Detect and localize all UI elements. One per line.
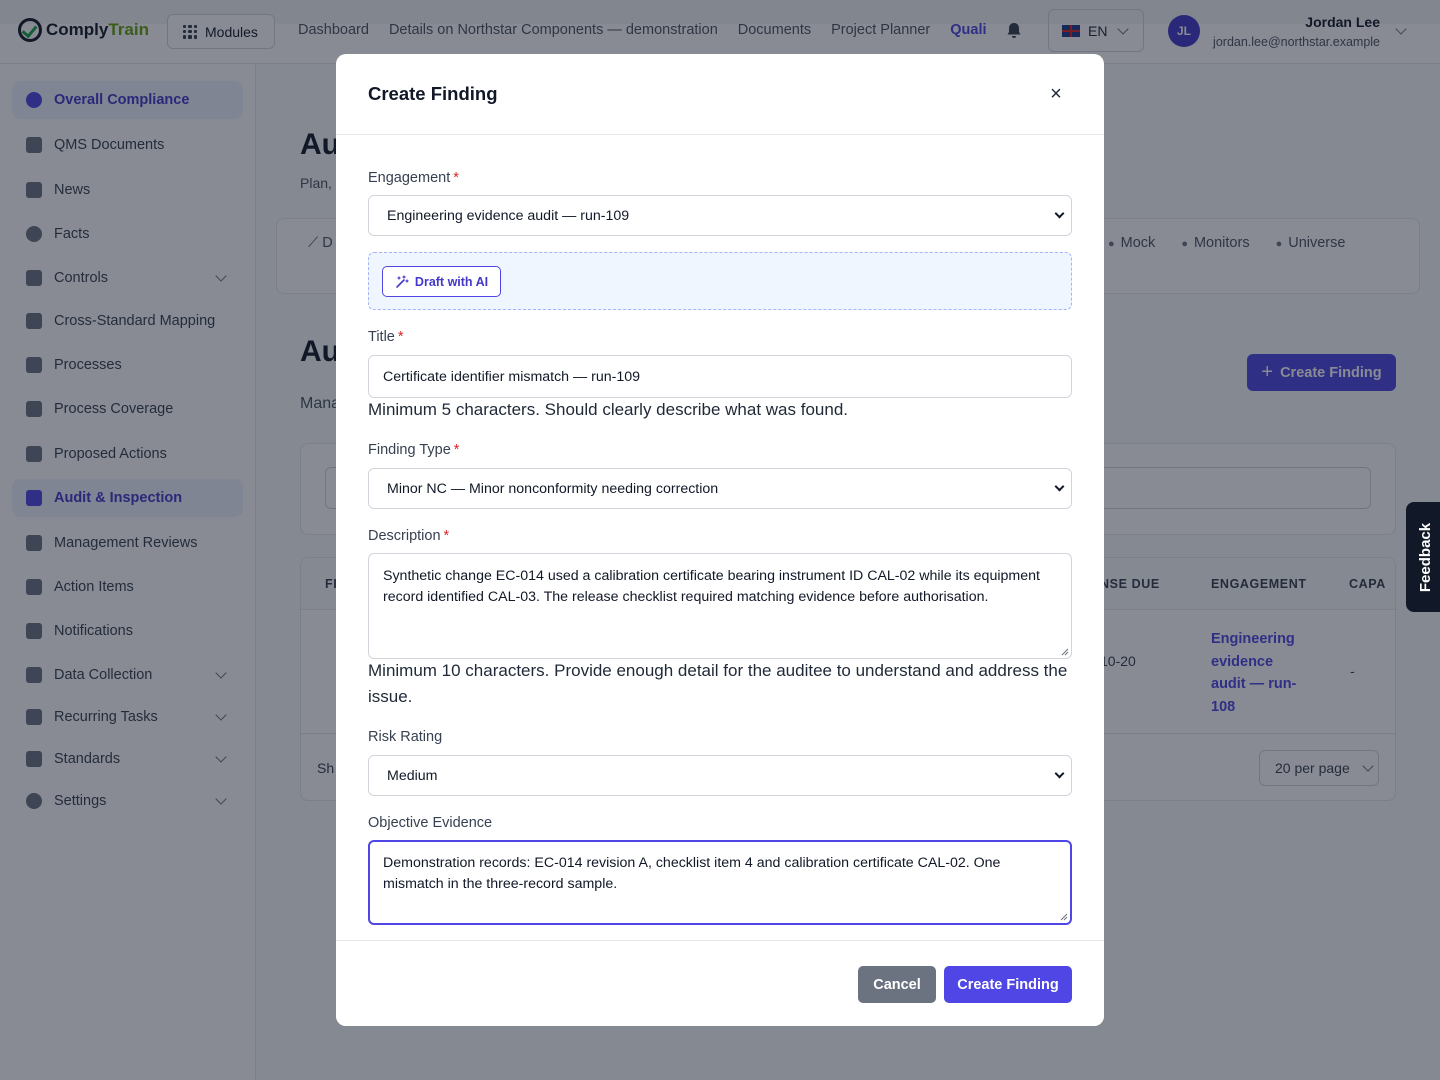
- modal-header: Create Finding ×: [336, 54, 1104, 135]
- feedback-label: Feedback: [1417, 522, 1435, 592]
- finding-type-selected-value: Minor NC — Minor nonconformity needing c…: [387, 480, 719, 497]
- title-label-text: Title: [368, 329, 395, 345]
- description-hint: Minimum 10 characters. Provide enough de…: [368, 661, 1068, 706]
- risk-rating-label: Risk Rating: [368, 729, 443, 745]
- required-marker: *: [453, 442, 460, 458]
- objective-evidence-value: Demonstration records: EC-014 revision A…: [383, 855, 1001, 892]
- close-icon[interactable]: ×: [1044, 80, 1068, 108]
- modal-title: Create Finding: [368, 83, 498, 104]
- create-finding-modal: Create Finding × Engagement * Engineering…: [336, 54, 1104, 1026]
- finding-type-label: Finding Type *: [368, 442, 459, 458]
- required-marker: *: [453, 170, 459, 186]
- engagement-label: Engagement *: [368, 170, 459, 186]
- engagement-label-text: Engagement: [368, 170, 451, 186]
- magic-wand-icon: [396, 274, 409, 288]
- cancel-button[interactable]: Cancel: [858, 966, 936, 1003]
- objective-evidence-textarea[interactable]: Demonstration records: EC-014 revision A…: [368, 840, 1072, 925]
- draft-with-ai-label: Draft with AI: [414, 274, 489, 289]
- chevron-down-icon: [1054, 481, 1065, 491]
- finding-type-label-text: Finding Type: [368, 442, 451, 458]
- risk-rating-select[interactable]: Medium: [368, 755, 1072, 796]
- title-input[interactable]: Certificate identifier mismatch — run-10…: [368, 355, 1072, 398]
- description-textarea[interactable]: Synthetic change EC-014 used a calibrati…: [368, 553, 1072, 659]
- risk-rating-selected-value: Medium: [387, 767, 438, 784]
- description-label-text: Description: [368, 528, 441, 544]
- feedback-tab[interactable]: Feedback: [1406, 502, 1440, 612]
- finding-type-select[interactable]: Minor NC — Minor nonconformity needing c…: [368, 468, 1072, 509]
- title-input-value: Certificate identifier mismatch — run-10…: [383, 368, 641, 385]
- objective-evidence-label: Objective Evidence: [368, 815, 493, 831]
- engagement-selected-value: Engineering evidence audit — run-109: [387, 207, 630, 224]
- create-finding-button[interactable]: Create Finding: [944, 966, 1072, 1003]
- resize-handle-icon[interactable]: [1059, 912, 1068, 921]
- resize-handle-icon[interactable]: [1060, 647, 1069, 656]
- modal-footer: Cancel Create Finding: [336, 940, 1104, 1026]
- draft-with-ai-button[interactable]: Draft with AI: [382, 266, 501, 297]
- title-label: Title *: [368, 329, 404, 345]
- required-marker: *: [443, 528, 450, 544]
- required-marker: *: [397, 329, 404, 345]
- description-label: Description *: [368, 528, 449, 544]
- description-value: Synthetic change EC-014 used a calibrati…: [383, 568, 1040, 605]
- ai-draft-panel: Draft with AI: [368, 252, 1072, 310]
- chevron-down-icon: [1054, 768, 1065, 778]
- title-hint: Minimum 5 characters. Should clearly des…: [368, 400, 848, 419]
- chevron-down-icon: [1054, 208, 1065, 218]
- engagement-select[interactable]: Engineering evidence audit — run-109: [368, 195, 1072, 236]
